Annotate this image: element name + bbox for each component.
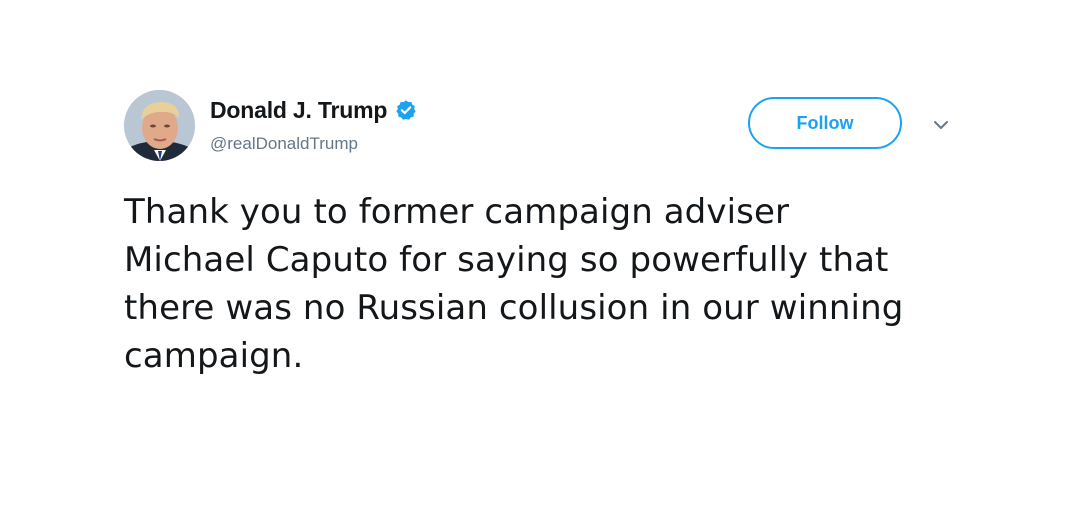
tweet-text-line: Michael Caputo for saying so powerfully … [124,240,889,280]
tweet-text-line: there was no Russian collusion in our wi… [124,288,904,328]
chevron-down-icon [934,121,948,129]
author-display-name[interactable]: Donald J. Trump [210,97,387,124]
tweet-text-line: campaign. [124,336,304,376]
tweet-text: Thank you to former campaign adviser Mic… [124,188,964,380]
author-handle[interactable]: @realDonaldTrump [210,134,358,154]
avatar[interactable] [124,90,195,161]
follow-button[interactable]: Follow [748,97,902,149]
verified-badge-icon [395,99,417,121]
tweet-card: Donald J. Trump @realDonaldTrump Follow … [0,0,1080,511]
author-name-row[interactable]: Donald J. Trump [210,95,417,125]
avatar-photo-icon [124,90,195,161]
more-options-button[interactable] [930,116,952,134]
tweet-text-line: Thank you to former campaign adviser [124,192,790,232]
